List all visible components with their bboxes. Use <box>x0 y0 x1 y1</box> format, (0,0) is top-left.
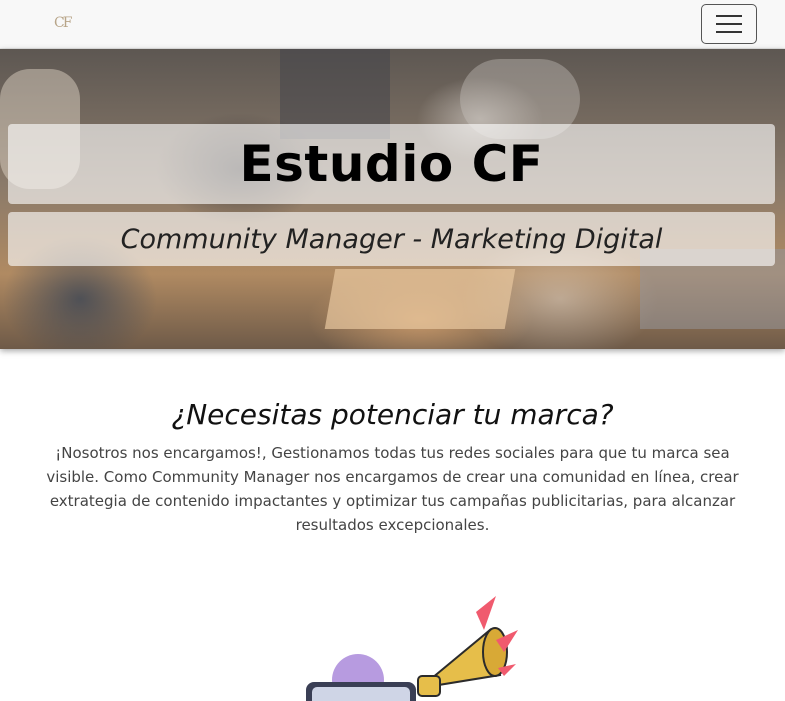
navbar: CF <box>0 0 785 49</box>
brand-logo[interactable]: CF <box>54 12 78 34</box>
hero-subtitle: Community Manager - Marketing Digital <box>120 223 663 255</box>
hero-subtitle-band: Community Manager - Marketing Digital <box>8 212 775 266</box>
hero-banner: Estudio CF Community Manager - Marketing… <box>0 49 785 349</box>
hero-title: Estudio CF <box>239 135 544 193</box>
intro-heading: ¿Necesitas potenciar tu marca? <box>171 398 614 431</box>
megaphone-phone-illustration-icon <box>300 590 530 701</box>
intro-paragraph: ¡Nosotros nos encargamos!, Gestionamos t… <box>46 443 739 534</box>
hamburger-menu-button[interactable] <box>701 4 757 44</box>
intro-section: ¿Necesitas potenciar tu marca? ¡Nosotros… <box>0 398 785 537</box>
hamburger-menu-icon <box>716 15 742 17</box>
hero-title-band: Estudio CF <box>8 124 775 204</box>
hero-photo-detail <box>324 269 516 329</box>
